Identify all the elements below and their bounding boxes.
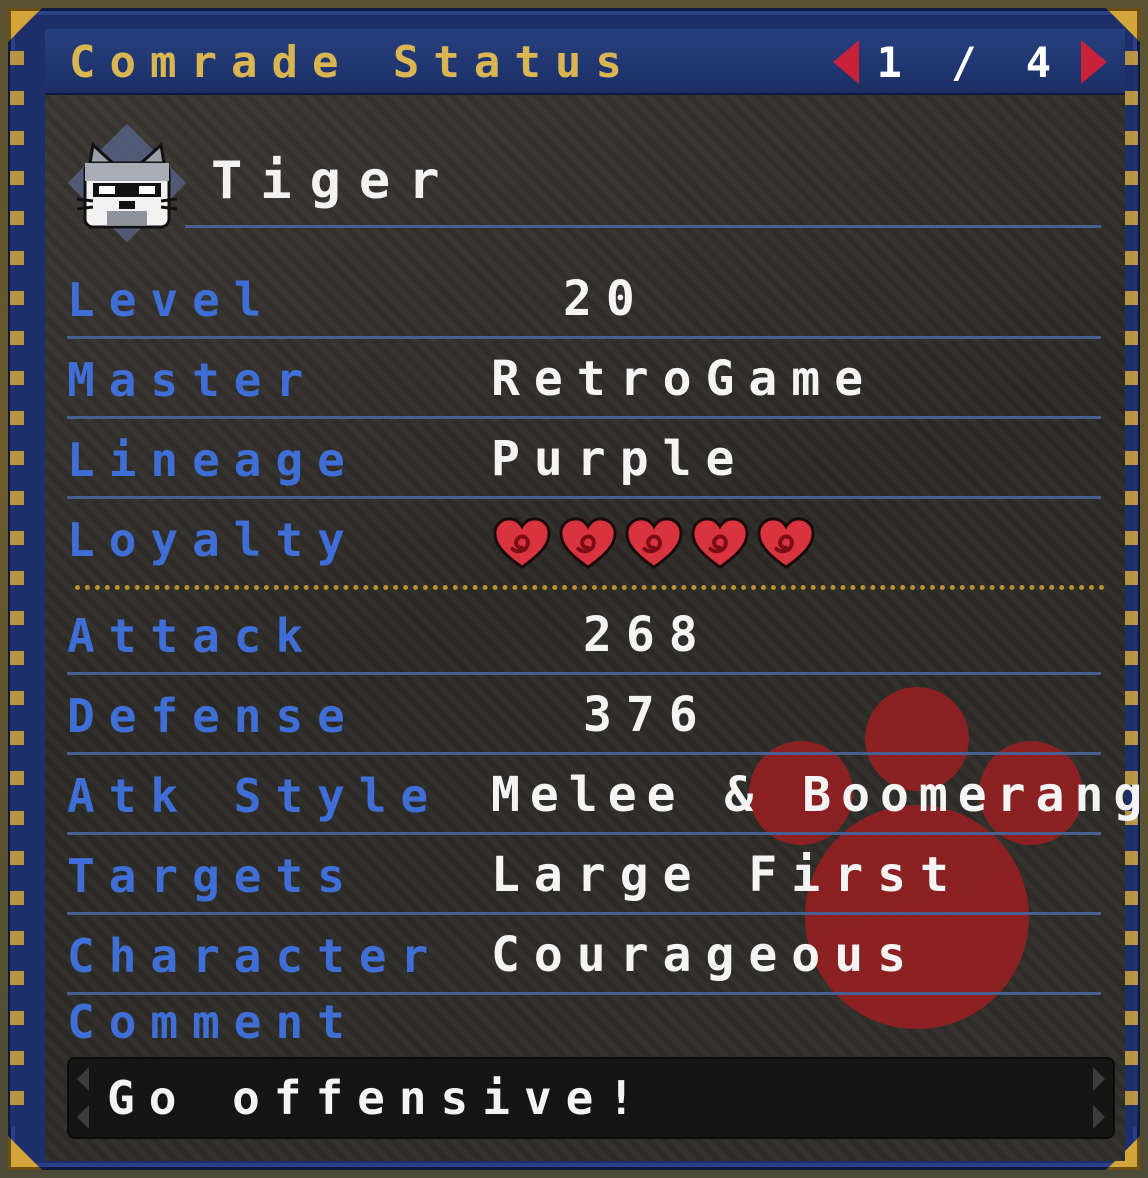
window-title: Comrade Status (69, 37, 636, 88)
corner-marker (77, 1105, 89, 1129)
palico-cat-icon (77, 142, 177, 229)
stat-value: Melee & Boomerang (491, 767, 1148, 823)
status-window: Comrade Status 1 / 4 Tiger Level 20 Mast… (8, 8, 1142, 1170)
stat-row-atk-style: Atk Style Melee & Boomerang (67, 755, 1142, 835)
heart-icon (691, 517, 749, 569)
corner-marker (1093, 1067, 1105, 1091)
corner-ornament (8, 1136, 42, 1170)
stat-label: Targets (67, 849, 359, 903)
stat-row-level: Level 20 (67, 259, 1101, 339)
stat-label: Loyalty (67, 513, 359, 567)
stat-value: Courageous (491, 927, 920, 983)
stat-value: 376 (583, 687, 712, 743)
comment-row: Comment (67, 981, 1101, 1061)
page-indicator: 1 / 4 (876, 37, 1063, 87)
stat-label: Master (67, 353, 318, 407)
previous-page-arrow-icon[interactable] (832, 40, 859, 84)
section-divider (75, 585, 1105, 590)
stat-value: RetroGame (491, 351, 878, 407)
status-panel: Tiger Level 20 Master RetroGame Lineage … (45, 95, 1142, 1161)
comment-box: Go offensive! (67, 1057, 1115, 1139)
stat-row-lineage: Lineage Purple (67, 419, 1101, 499)
stat-label: Level (67, 273, 276, 327)
pager: 1 / 4 (832, 35, 1107, 89)
heart-icon (559, 517, 617, 569)
stat-value: Large First (491, 847, 963, 903)
stat-value: 20 (563, 271, 649, 327)
stat-row-master: Master RetroGame (67, 339, 1101, 419)
stat-row-attack: Attack 268 (67, 595, 1101, 675)
divider (185, 225, 1101, 228)
stat-label: Lineage (67, 433, 359, 487)
stat-label: Defense (67, 689, 359, 743)
stat-row-targets: Targets Large First (67, 835, 1101, 915)
comment-text: Go offensive! (107, 1071, 650, 1125)
corner-marker (77, 1067, 89, 1091)
comrade-avatar (67, 123, 187, 243)
stat-row-defense: Defense 376 (67, 675, 1101, 755)
comment-label: Comment (67, 995, 359, 1049)
frame-ornament-right (1124, 51, 1138, 1127)
corner-ornament (8, 8, 42, 42)
stat-label: Atk Style (67, 769, 443, 823)
heart-icon (625, 517, 683, 569)
stat-value: 268 (583, 607, 712, 663)
stat-label: Character (67, 929, 443, 983)
heart-icon (757, 517, 815, 569)
corner-marker (1093, 1105, 1105, 1129)
heart-icon (493, 517, 551, 569)
stat-label: Attack (67, 609, 318, 663)
title-bar: Comrade Status 1 / 4 (45, 29, 1125, 95)
next-page-arrow-icon[interactable] (1081, 40, 1107, 84)
stat-value: Purple (491, 431, 749, 487)
loyalty-hearts (493, 515, 815, 573)
comrade-name: Tiger (211, 151, 458, 211)
frame-ornament-left (10, 51, 24, 1127)
